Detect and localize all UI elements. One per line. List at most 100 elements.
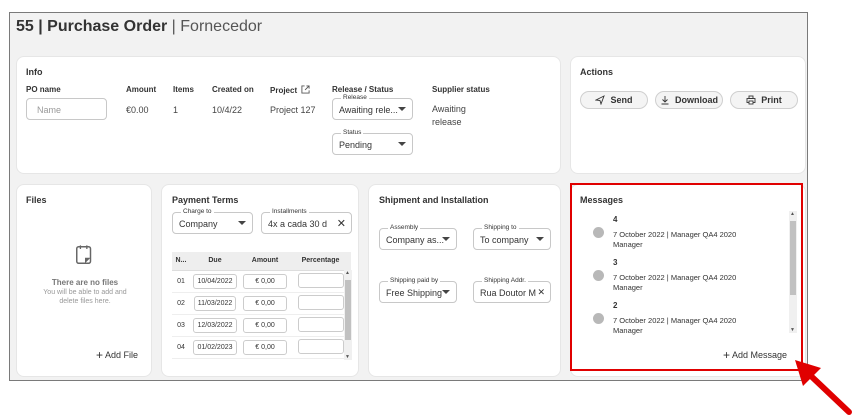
po-name-placeholder: Name bbox=[37, 105, 62, 115]
shipping-paid-by-value: Free Shipping bbox=[386, 288, 443, 298]
row-number: 04 bbox=[172, 336, 190, 359]
table-header-row: N... Due Amount Percentage bbox=[172, 252, 351, 271]
files-card: Files There are no files You will be abl… bbox=[16, 184, 152, 377]
installments-label: Installments bbox=[270, 208, 309, 215]
supplier-status-label: Supplier status bbox=[432, 85, 490, 94]
release-status-label: Release / Status bbox=[332, 85, 394, 94]
po-name-input[interactable]: Name bbox=[26, 98, 107, 120]
send-icon bbox=[595, 95, 606, 105]
add-file-button[interactable]: + Add File bbox=[96, 348, 138, 362]
column-header: N... bbox=[172, 252, 190, 271]
percentage-input[interactable] bbox=[297, 338, 344, 354]
installments-table: N... Due Amount Percentage 01 10/04/2022… bbox=[172, 252, 351, 359]
items-label: Items bbox=[173, 85, 194, 94]
po-name-label: PO name bbox=[26, 85, 61, 94]
send-button[interactable]: Send bbox=[580, 91, 648, 109]
column-header: Due bbox=[190, 252, 240, 271]
shipping-to-select[interactable]: Shipping to To company bbox=[473, 224, 551, 250]
project-label[interactable]: Project bbox=[270, 85, 310, 95]
chevron-down-icon bbox=[398, 142, 406, 146]
due-date-input[interactable]: 10/04/2022 bbox=[193, 273, 237, 289]
installments-select[interactable]: Installments 4x a cada 30 d ✕ bbox=[261, 208, 352, 234]
shipping-paid-by-select[interactable]: Shipping paid by Free Shipping bbox=[379, 277, 457, 303]
pointer-arrow-icon bbox=[795, 360, 852, 415]
files-empty-text-1: You will be able to add and bbox=[43, 289, 127, 296]
assembly-label: Assembly bbox=[388, 224, 421, 231]
due-date-input[interactable]: 12/03/2022 bbox=[193, 317, 237, 333]
shipping-paid-by-label: Shipping paid by bbox=[388, 277, 441, 284]
supplier-role: | bbox=[171, 18, 181, 35]
assembly-select[interactable]: Assembly Company as... bbox=[379, 224, 457, 250]
amount-input[interactable]: € 0,00 bbox=[243, 295, 287, 311]
chevron-down-icon bbox=[238, 221, 246, 225]
table-row: 04 01/02/2023 € 0,00 bbox=[172, 336, 351, 359]
column-header: Percentage bbox=[290, 252, 351, 271]
plus-icon: + bbox=[96, 348, 104, 362]
shipment-title: Shipment and Installation bbox=[379, 195, 489, 205]
external-link-icon[interactable] bbox=[301, 85, 310, 94]
items-value: 1 bbox=[173, 105, 179, 115]
shipment-card: Shipment and Installation Assembly Compa… bbox=[368, 184, 561, 377]
table-scrollbar[interactable]: ▲ ▼ bbox=[344, 270, 352, 360]
chevron-down-icon bbox=[398, 107, 406, 111]
messages-highlight-box bbox=[570, 183, 803, 371]
status-label: Status bbox=[341, 129, 364, 136]
page-title: 55 | Purchase Order | Fornecedor bbox=[16, 18, 263, 35]
shipping-address-label: Shipping Addr. bbox=[482, 277, 528, 284]
file-icon bbox=[76, 245, 92, 264]
release-label: Release bbox=[341, 94, 369, 101]
print-button[interactable]: Print bbox=[730, 91, 798, 109]
shipping-address-value: Rua Doutor Mi bbox=[480, 288, 536, 298]
amount-label: Amount bbox=[126, 85, 157, 94]
payment-terms-card: Payment Terms Charge to Company Installm… bbox=[161, 184, 359, 377]
percentage-input[interactable] bbox=[297, 316, 344, 332]
due-date-input[interactable]: 11/03/2022 bbox=[193, 295, 237, 311]
actions-card: Actions Send Download Print bbox=[570, 56, 806, 174]
column-header: Amount bbox=[240, 252, 290, 271]
row-number: 02 bbox=[172, 292, 190, 315]
supplier-status-value-1: Awaiting bbox=[432, 104, 466, 114]
amount-input[interactable]: € 0,00 bbox=[243, 339, 287, 355]
project-value: Project 127 bbox=[270, 105, 316, 115]
release-value: Awaiting rele... bbox=[339, 105, 398, 115]
table-row: 02 11/03/2022 € 0,00 bbox=[172, 292, 351, 315]
table-row: 03 12/03/2022 € 0,00 bbox=[172, 314, 351, 337]
assembly-value: Company as... bbox=[386, 235, 445, 245]
status-value: Pending bbox=[339, 140, 373, 150]
scroll-down-icon[interactable]: ▼ bbox=[345, 354, 350, 360]
chevron-down-icon bbox=[536, 237, 544, 241]
charge-to-select[interactable]: Charge to Company bbox=[172, 208, 253, 234]
files-empty-title: There are no files bbox=[51, 278, 119, 287]
download-button[interactable]: Download bbox=[655, 91, 723, 109]
status-select[interactable]: Status Pending bbox=[332, 129, 413, 155]
row-number: 03 bbox=[172, 314, 190, 337]
files-title: Files bbox=[26, 195, 47, 205]
amount-input[interactable]: € 0,00 bbox=[243, 273, 287, 289]
amount-value: €0.00 bbox=[126, 105, 149, 115]
files-empty-text-2: delete files here. bbox=[59, 298, 111, 305]
installments-value: 4x a cada 30 d bbox=[268, 219, 328, 229]
amount-input[interactable]: € 0,00 bbox=[243, 317, 287, 333]
shipping-address-input[interactable]: Shipping Addr. Rua Doutor Mi ✕ bbox=[473, 277, 551, 303]
row-number: 01 bbox=[172, 270, 190, 293]
download-icon bbox=[661, 96, 669, 105]
printer-icon bbox=[746, 95, 756, 105]
shipping-to-value: To company bbox=[480, 235, 529, 245]
percentage-input[interactable] bbox=[297, 294, 344, 310]
due-date-input[interactable]: 01/02/2023 bbox=[193, 339, 237, 355]
created-on-label: Created on bbox=[212, 85, 254, 94]
shipping-to-label: Shipping to bbox=[482, 224, 519, 231]
charge-to-label: Charge to bbox=[181, 208, 214, 215]
table-row: 01 10/04/2022 € 0,00 bbox=[172, 270, 351, 293]
chevron-down-icon bbox=[442, 290, 450, 294]
release-select[interactable]: Release Awaiting rele... bbox=[332, 94, 413, 120]
scroll-up-icon[interactable]: ▲ bbox=[345, 270, 350, 276]
percentage-input[interactable] bbox=[297, 272, 344, 288]
info-title: Info bbox=[26, 67, 43, 77]
created-on-value: 10/4/22 bbox=[212, 105, 243, 115]
close-icon[interactable]: ✕ bbox=[537, 287, 545, 298]
scroll-thumb[interactable] bbox=[345, 280, 351, 340]
info-card: Info PO name Name Amount €0.00 Items 1 C… bbox=[16, 56, 561, 174]
supplier-status-value-2: release bbox=[432, 117, 462, 127]
close-icon[interactable]: ✕ bbox=[337, 217, 346, 230]
